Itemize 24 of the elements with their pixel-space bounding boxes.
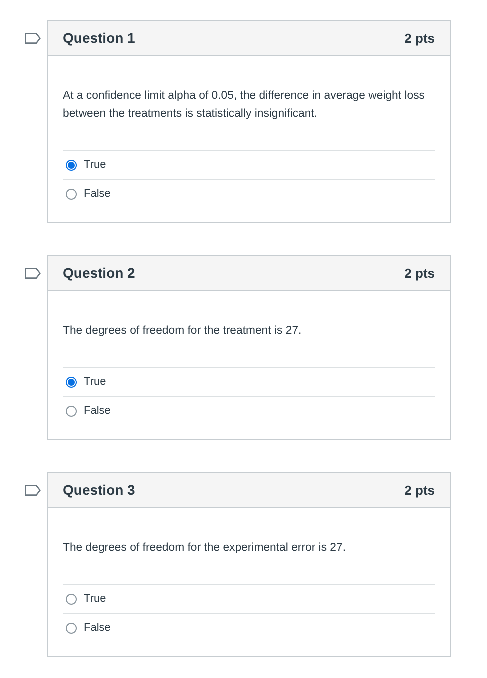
option-label[interactable]: True (84, 159, 106, 171)
option-label[interactable]: False (84, 622, 111, 634)
points-label: 2 pts (404, 482, 435, 498)
option-label[interactable]: False (84, 405, 111, 417)
question-title: Question 1 (63, 30, 136, 46)
option-label[interactable]: True (84, 376, 106, 388)
question-text: At a confidence limit alpha of 0.05, the difference in average weight loss between the treatments is statistically insignificant. (63, 89, 426, 122)
radio-button[interactable] (66, 622, 77, 634)
option-label[interactable]: False (84, 188, 111, 200)
radio-button[interactable] (66, 188, 77, 200)
option-label[interactable]: True (84, 593, 106, 605)
question-text: The degrees of freedom for the treatment is 27. (63, 324, 303, 339)
points-label: 2 pts (404, 266, 435, 280)
flag-icon[interactable] (24, 268, 40, 279)
flag-icon[interactable] (24, 485, 40, 496)
question-text: The degrees of freedom for the experimental error is 27. (63, 541, 348, 556)
question-title: Question 2 (63, 265, 136, 281)
flag-icon[interactable] (24, 33, 40, 44)
radio-button[interactable] (66, 406, 77, 416)
radio-button[interactable] (66, 376, 77, 388)
points-label: 2 pts (404, 30, 435, 46)
radio-button[interactable] (66, 594, 77, 604)
question-title: Question 3 (63, 482, 136, 498)
radio-button[interactable] (66, 160, 77, 170)
